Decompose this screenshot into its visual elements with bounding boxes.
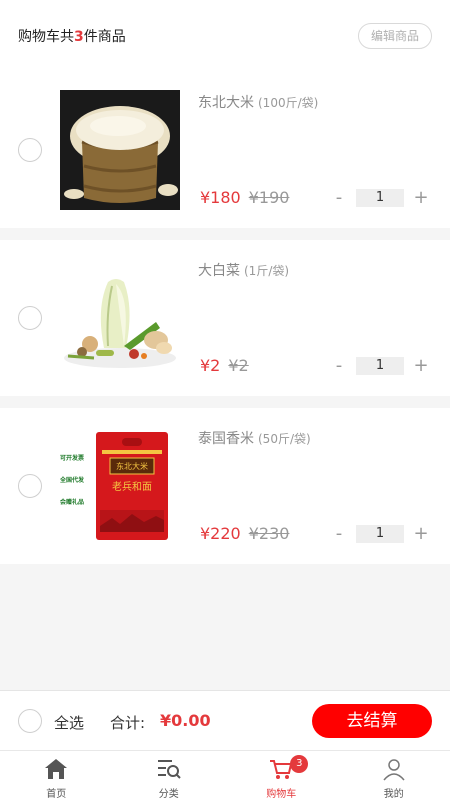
item-checkbox[interactable] bbox=[18, 138, 42, 162]
cart-item: 大白菜 (1斤/袋) ¥2 ¥2 - 1 + bbox=[0, 240, 450, 396]
quantity-stepper: - 1 + bbox=[330, 525, 430, 543]
bag-brand-text: 东北大米 bbox=[116, 461, 148, 471]
item-checkbox[interactable] bbox=[18, 474, 42, 498]
cart-count: 3 bbox=[74, 29, 84, 45]
cart-list: 东北大米 (100斤/袋) ¥180 ¥190 - 1 + 大白菜 (1斤/袋)… bbox=[0, 72, 450, 576]
bag-side-text-2: 全国代发 bbox=[60, 476, 84, 484]
cart-summary-suffix: 件商品 bbox=[83, 29, 126, 45]
product-name[interactable]: 泰国香米 (50斤/袋) bbox=[198, 428, 311, 448]
product-image-cabbage[interactable] bbox=[60, 258, 180, 378]
cart-summary: 购物车共3件商品 bbox=[18, 26, 126, 46]
product-spec: (100斤/袋) bbox=[258, 96, 319, 110]
checkout-bar: 全选 合计: ¥0.00 去结算 bbox=[0, 690, 450, 750]
quantity-input[interactable]: 1 bbox=[356, 357, 404, 375]
cart-summary-prefix: 购物车共 bbox=[18, 29, 74, 45]
bag-slogan-text: 老兵和面 bbox=[112, 480, 152, 493]
price-row: ¥2 ¥2 bbox=[200, 356, 249, 375]
total-label: 合计: bbox=[110, 714, 146, 732]
cart-item: 东北大米 (100斤/袋) ¥180 ¥190 - 1 + bbox=[0, 72, 450, 228]
checkout-button[interactable]: 去结算 bbox=[312, 704, 432, 738]
price-row: ¥220 ¥230 bbox=[200, 524, 289, 543]
item-checkbox[interactable] bbox=[18, 306, 42, 330]
increase-button[interactable]: + bbox=[412, 189, 430, 207]
bag-side-text-3: 会赠礼品 bbox=[60, 498, 84, 506]
product-name[interactable]: 大白菜 (1斤/袋) bbox=[198, 260, 289, 280]
original-price: ¥190 bbox=[248, 188, 290, 207]
bag-side-text-1: 可开发票 bbox=[60, 454, 84, 462]
tab-home[interactable]: 首页 bbox=[0, 751, 113, 800]
product-title: 泰国香米 bbox=[198, 431, 254, 447]
product-image-rice-bag[interactable]: 可开发票 全国代发 会赠礼品 东北大米 老兵和面 bbox=[60, 426, 180, 546]
tab-category[interactable]: 分类 bbox=[113, 751, 226, 800]
current-price: ¥220 bbox=[200, 524, 241, 543]
bottom-tab-bar: 首页 分类 3 购物车 我的 bbox=[0, 750, 450, 800]
quantity-stepper: - 1 + bbox=[330, 189, 430, 207]
edit-items-button[interactable]: 编辑商品 bbox=[357, 23, 432, 49]
tab-label: 购物车 bbox=[266, 789, 297, 800]
tab-label: 分类 bbox=[158, 789, 179, 800]
current-price: ¥180 bbox=[200, 188, 241, 207]
tab-label: 我的 bbox=[383, 789, 404, 800]
product-image-rice[interactable] bbox=[60, 90, 180, 210]
quantity-input[interactable]: 1 bbox=[356, 525, 404, 543]
original-price: ¥2 bbox=[228, 356, 249, 375]
original-price: ¥230 bbox=[248, 524, 290, 543]
product-name[interactable]: 东北大米 (100斤/袋) bbox=[198, 92, 318, 112]
user-icon bbox=[383, 759, 405, 781]
home-icon bbox=[45, 759, 68, 779]
tab-cart[interactable]: 3 购物车 bbox=[225, 751, 338, 800]
product-title: 东北大米 bbox=[198, 95, 254, 111]
decrease-button[interactable]: - bbox=[330, 525, 348, 543]
current-price: ¥2 bbox=[200, 356, 221, 375]
category-icon bbox=[157, 760, 181, 779]
increase-button[interactable]: + bbox=[412, 357, 430, 375]
select-all-label[interactable]: 全选 bbox=[54, 712, 84, 733]
increase-button[interactable]: + bbox=[412, 525, 430, 543]
tab-label: 首页 bbox=[46, 789, 67, 800]
cart-item: 可开发票 全国代发 会赠礼品 东北大米 老兵和面 泰国香米 (50斤/袋) ¥22… bbox=[0, 408, 450, 564]
total-amount: ¥0.00 bbox=[160, 711, 211, 730]
decrease-button[interactable]: - bbox=[330, 189, 348, 207]
product-spec: (1斤/袋) bbox=[244, 264, 290, 278]
price-row: ¥180 ¥190 bbox=[200, 188, 289, 207]
decrease-button[interactable]: - bbox=[330, 357, 348, 375]
product-spec: (50斤/袋) bbox=[258, 432, 311, 446]
select-all-checkbox[interactable] bbox=[18, 709, 42, 733]
quantity-input[interactable]: 1 bbox=[356, 189, 404, 207]
quantity-stepper: - 1 + bbox=[330, 357, 430, 375]
page-header: 购物车共3件商品 编辑商品 bbox=[0, 0, 450, 72]
cart-badge: 3 bbox=[290, 755, 309, 773]
product-title: 大白菜 bbox=[198, 263, 240, 279]
tab-profile[interactable]: 我的 bbox=[338, 751, 450, 800]
